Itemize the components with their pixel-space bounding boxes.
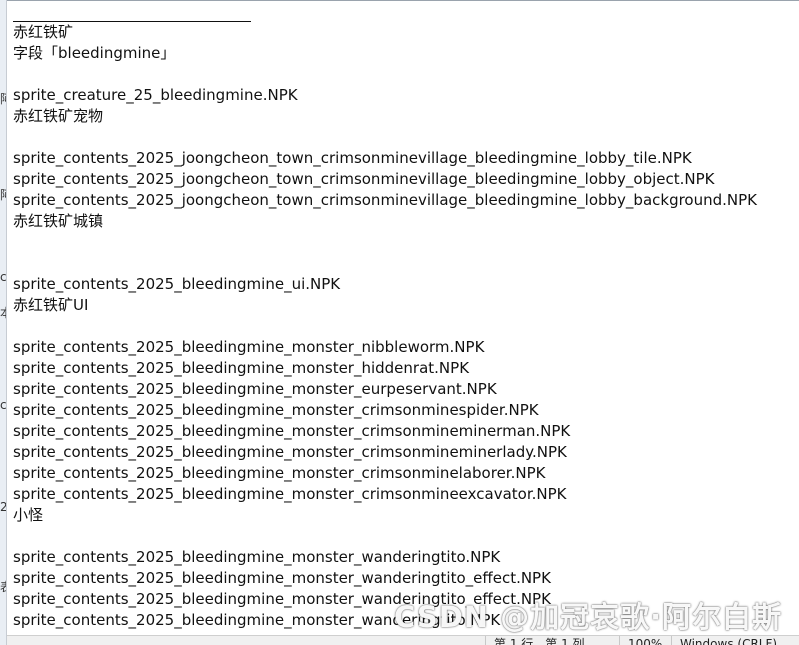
cursor-position: 第 1 行，第 1 列 (485, 636, 585, 645)
text-line (13, 232, 799, 253)
text-line (13, 316, 799, 337)
text-line: sprite_contents_2025_bleedingmine_monste… (13, 422, 571, 440)
notepad-window: 阿阿c本c2表 赤红铁矿字段「bleedingmine」sprite_creat… (0, 0, 799, 645)
text-line: sprite_contents_2025_bleedingmine_monste… (13, 548, 501, 566)
editor-content[interactable]: 赤红铁矿字段「bleedingmine」 sprite_creature_25_b… (13, 1, 799, 631)
background-window-fragment: 本 (0, 306, 6, 320)
text-line: sprite_contents_2025_bleedingmine_ui.NPK (13, 275, 341, 293)
text-line: 赤红铁矿城镇 (13, 212, 104, 230)
background-window-strip: 阿阿c本c2表 (0, 0, 7, 645)
line-ending: Windows (CRLF) (671, 636, 777, 645)
text-line: sprite_contents_2025_joongcheon_town_cri… (13, 149, 692, 167)
text-line: sprite_contents_2025_bleedingmine_monste… (13, 380, 497, 398)
text-line: sprite_contents_2025_bleedingmine_monste… (13, 359, 470, 377)
background-window-fragment: 2 (0, 500, 6, 514)
text-editor[interactable]: 赤红铁矿字段「bleedingmine」 sprite_creature_25_b… (7, 0, 799, 636)
separator-line (13, 1, 799, 22)
zoom-level: 100% (619, 636, 662, 645)
text-line: 赤红铁矿宠物 (13, 107, 104, 125)
status-bar: 第 1 行，第 1 列 100% Windows (CRLF) (7, 635, 799, 645)
text-line: sprite_contents_2025_joongcheon_town_cri… (13, 191, 758, 209)
text-line (13, 64, 799, 85)
background-window-fragment: 阿 (0, 188, 6, 202)
text-line: sprite_contents_2025_bleedingmine_monste… (13, 338, 485, 356)
text-line: sprite_contents_2025_bleedingmine_monste… (13, 443, 567, 461)
text-line (13, 253, 799, 274)
text-line: 小怪 (13, 506, 44, 524)
text-line (13, 526, 799, 547)
text-line: 赤红铁矿 (13, 23, 74, 41)
text-line: sprite_contents_2025_bleedingmine_monste… (13, 569, 551, 587)
text-line: sprite_contents_2025_bleedingmine_monste… (13, 485, 567, 503)
text-line: sprite_contents_2025_bleedingmine_monste… (13, 401, 539, 419)
text-line (13, 127, 799, 148)
background-window-fragment: 阿 (0, 92, 6, 106)
background-window-fragment: c (0, 270, 6, 284)
text-line: 赤红铁矿UI (13, 296, 89, 314)
watermark: CSDN @加冠哀歌·阿尔白斯 (394, 600, 783, 634)
text-line: 字段「bleedingmine」 (13, 44, 176, 62)
background-window-fragment: c (0, 398, 6, 412)
text-line: sprite_contents_2025_bleedingmine_monste… (13, 464, 546, 482)
text-line: sprite_creature_25_bleedingmine.NPK (13, 86, 298, 104)
text-line: sprite_contents_2025_joongcheon_town_cri… (13, 170, 715, 188)
background-window-fragment: 表 (0, 580, 6, 594)
